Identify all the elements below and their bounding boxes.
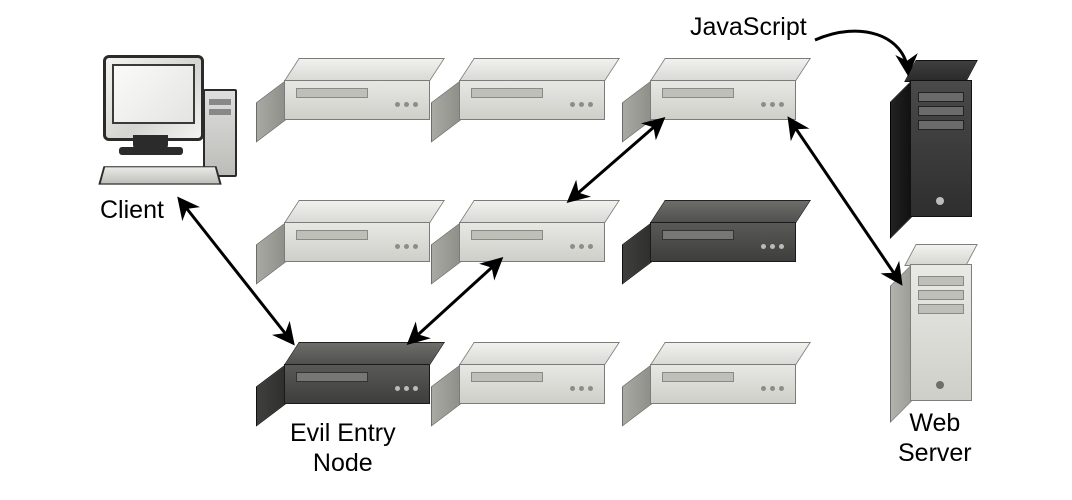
arrow-javascript-inject [815,31,908,72]
arrow-exit-webserver [790,120,900,282]
arrow-middle-exit [570,120,662,200]
arrow-client-evil [180,200,292,342]
arrow-evil-middle [410,260,500,342]
diagram-stage: Client [0,0,1072,500]
connection-arrows [0,0,1072,500]
